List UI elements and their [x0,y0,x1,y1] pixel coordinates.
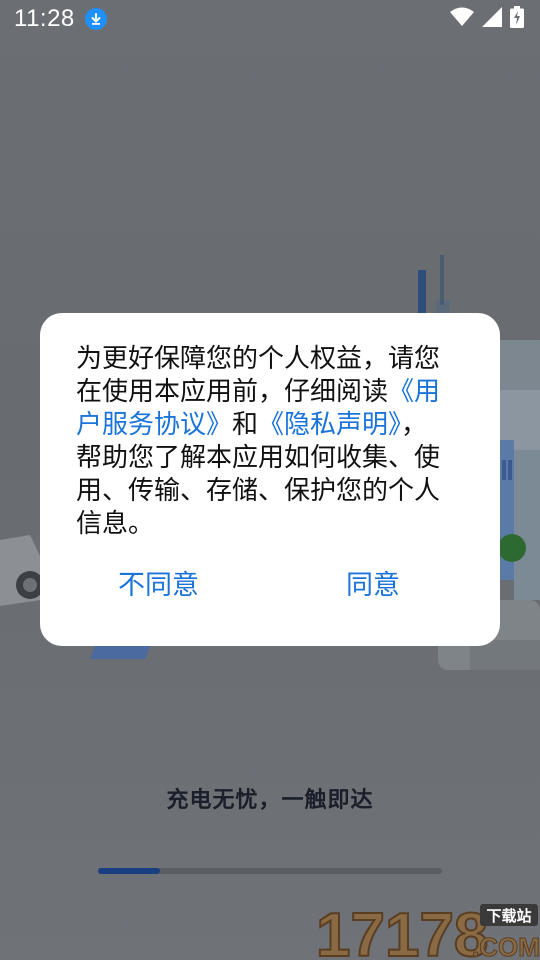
watermark-domain: .COM [472,932,540,960]
splash-slogan: 充电无忧，一触即达 [166,788,374,813]
dialog-message: 为更好保障您的个人权益，请您在使用本应用前，仔细阅读《用户服务协议》和《隐私声明… [76,343,448,541]
status-bar: 11:28 [0,0,540,38]
dialog-button-row: 不同意 同意 [40,563,500,603]
battery-charging-icon [510,6,524,32]
dialog-text-intro: 为更好保障您的个人权益，请您在使用本应用前，仔细阅读 [76,344,441,407]
splash-progress-fill [98,868,160,874]
status-time: 11:28 [14,5,75,32]
splash-progress-bar [98,868,442,874]
watermark-logo: 17178 下载站 .COM [315,900,540,960]
signal-icon [482,7,502,31]
watermark-number: 17178 [316,901,488,960]
watermark-tag: 下载站 [486,907,531,925]
wifi-icon [450,7,474,31]
privacy-statement-link[interactable]: 《隐私声明》 [258,410,401,440]
download-icon [84,8,107,30]
privacy-consent-dialog: 为更好保障您的个人权益，请您在使用本应用前，仔细阅读《用户服务协议》和《隐私声明… [40,313,500,646]
dialog-text-and: 和 [232,410,259,440]
agree-button[interactable]: 同意 [346,563,400,602]
disagree-button[interactable]: 不同意 [118,563,199,602]
